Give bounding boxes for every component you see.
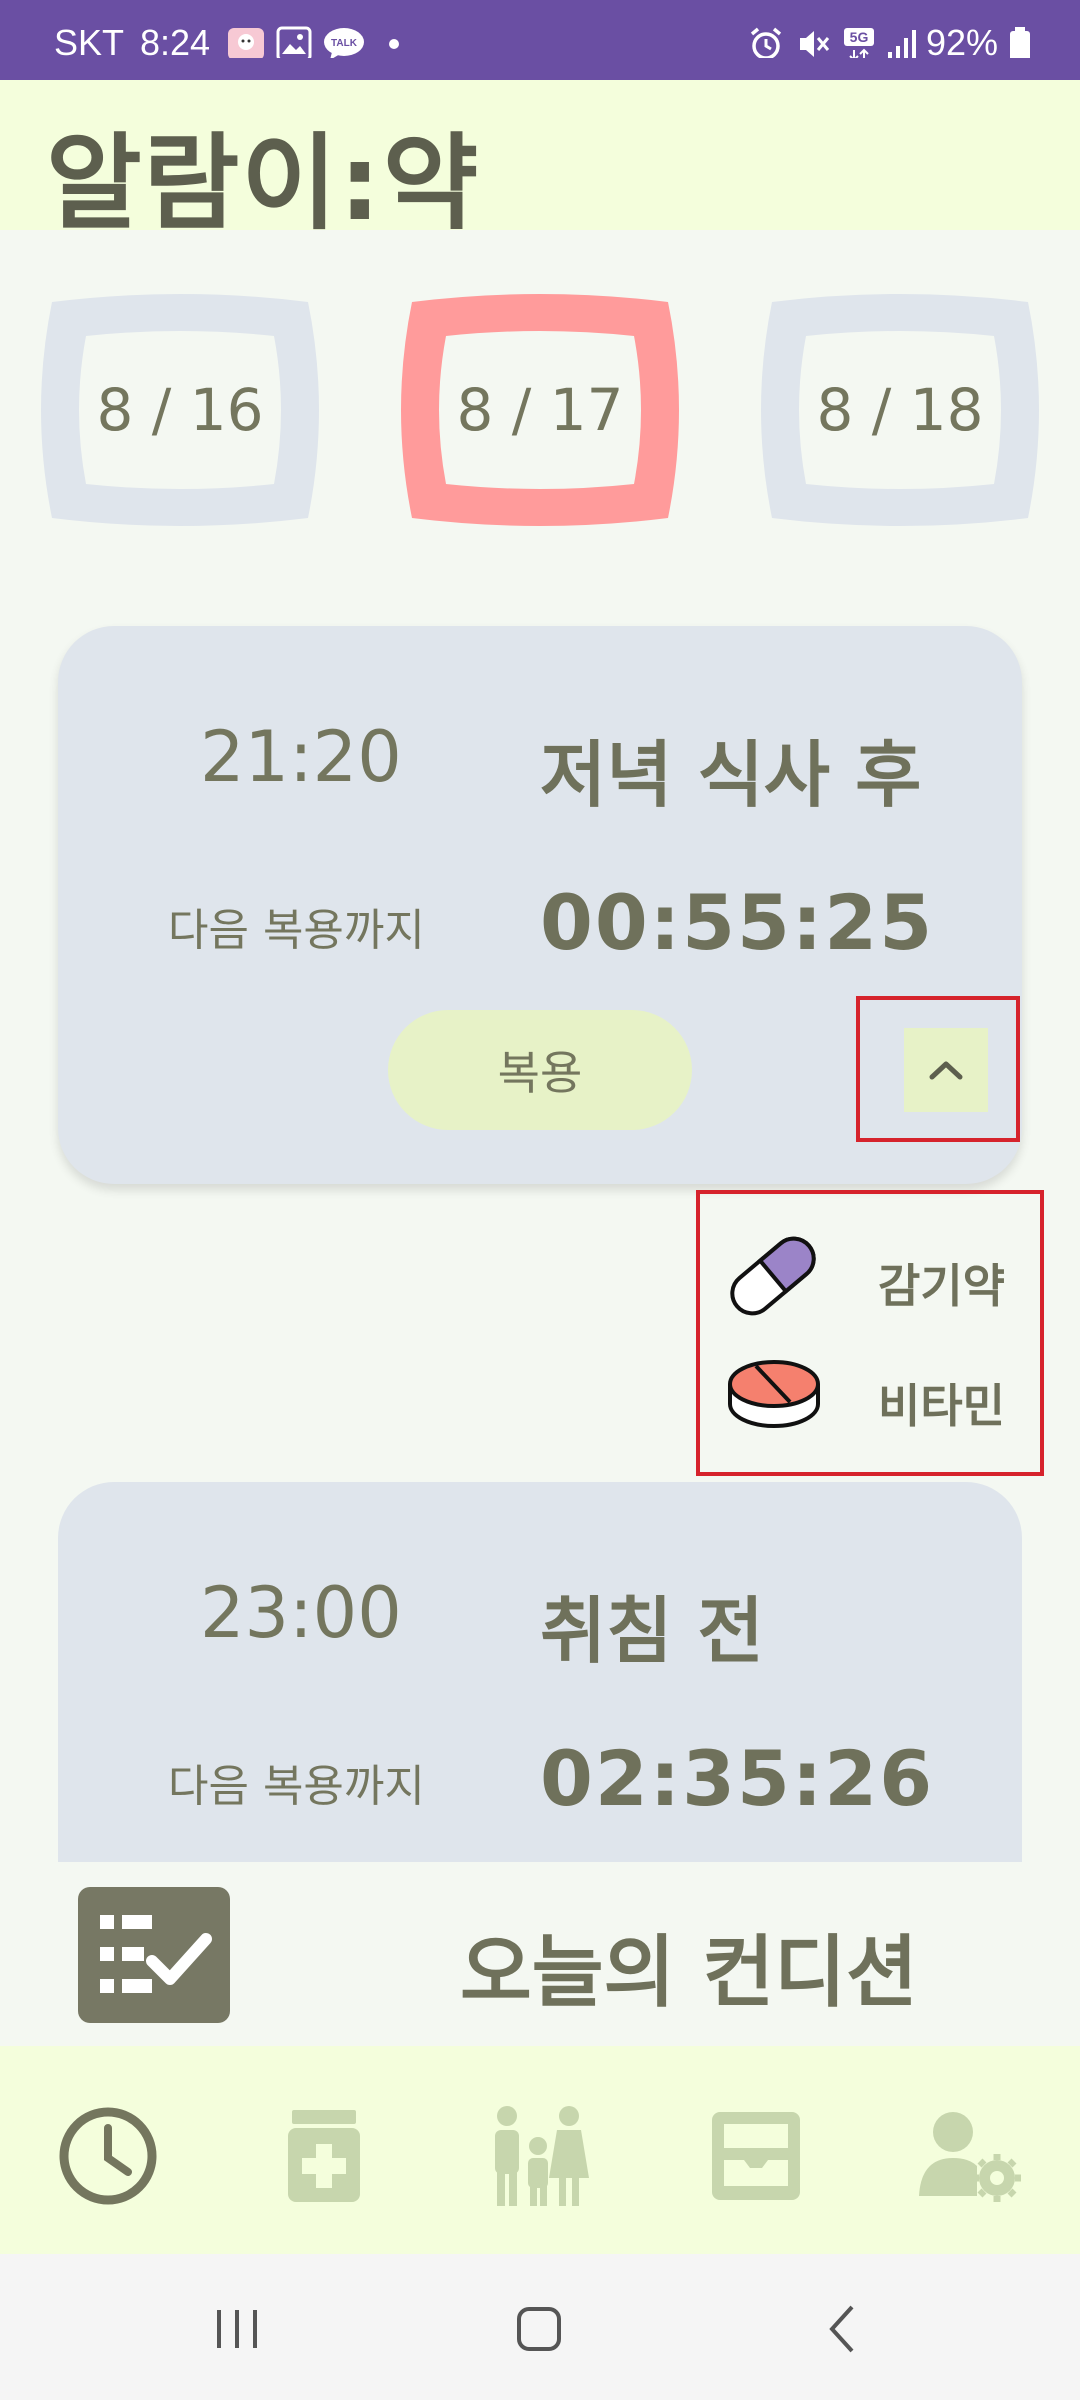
recent-apps-button[interactable]	[192, 2294, 282, 2364]
family-icon	[495, 2106, 589, 2206]
mute-icon	[800, 31, 830, 57]
sticker-notification-icon	[228, 28, 264, 58]
medicine-name: 감기약	[878, 1259, 1005, 1313]
home-button[interactable]	[494, 2294, 584, 2364]
medicine-item[interactable]: 비타민	[718, 1346, 1018, 1446]
app-header: 알람이:약	[0, 80, 1080, 244]
system-navigation-bar	[0, 2254, 1080, 2400]
alarm-time: 23:00	[200, 1572, 402, 1654]
back-icon	[829, 2305, 854, 2353]
home-icon	[517, 2307, 561, 2351]
medicine-item[interactable]: 감기약	[718, 1226, 1018, 1326]
medicine-bottle-icon	[288, 2110, 360, 2202]
take-button[interactable]: 복용	[388, 1010, 692, 1130]
signal-icon	[888, 30, 916, 58]
clock-time: 8:24	[140, 22, 211, 63]
clock-icon	[59, 2107, 157, 2205]
medicine-name: 비타민	[878, 1379, 1005, 1433]
nav-pillbox[interactable]	[696, 2096, 816, 2216]
alarm-card: 23:00 취침 전 다음 복용까지 02:35:26	[58, 1482, 1022, 1902]
next-dose-label: 다음 복용까지	[168, 905, 425, 956]
alarm-time: 21:20	[200, 716, 402, 798]
user-settings-icon	[919, 2112, 1021, 2202]
date-tab-0817[interactable]: 8 / 17	[390, 290, 690, 530]
next-dose-label: 다음 복용까지	[168, 1761, 425, 1812]
alarm-meal-timing: 저녁 식사 후	[540, 733, 922, 817]
battery-icon	[1010, 27, 1030, 58]
svg-text:TALK: TALK	[331, 38, 358, 49]
dot-icon	[389, 39, 399, 49]
gallery-notification-icon	[276, 26, 312, 58]
recent-apps-icon	[217, 2310, 257, 2348]
date-tab-0816[interactable]: 8 / 16	[30, 290, 330, 530]
app-title: 알람이:약	[46, 122, 481, 244]
condition-label: 오늘의 컨디션	[460, 1928, 918, 2018]
date-label: 8 / 18	[816, 376, 984, 444]
bottom-nav	[0, 2046, 1080, 2254]
alarm-meal-timing: 취침 전	[540, 1589, 764, 1673]
svg-text:5G: 5G	[850, 29, 869, 45]
medicine-list: 감기약 비타민	[698, 1192, 1042, 1472]
carrier-label: SKT	[54, 22, 125, 63]
next-dose-countdown: 02:35:26	[540, 1734, 935, 1823]
date-label: 8 / 17	[456, 376, 624, 444]
talk-notification-icon: TALK	[324, 28, 364, 58]
nav-settings[interactable]	[912, 2096, 1032, 2216]
date-label: 8 / 16	[96, 376, 264, 444]
condition-bar[interactable]: 오늘의 컨디션	[0, 1862, 1080, 2046]
checklist-icon	[78, 1887, 230, 2023]
nav-family[interactable]	[480, 2096, 600, 2216]
alarm-icon	[750, 27, 782, 58]
back-button[interactable]	[798, 2294, 888, 2364]
battery-percent: 92%	[926, 22, 999, 63]
capsule-icon	[730, 1236, 816, 1316]
next-dose-countdown: 00:55:25	[540, 878, 935, 967]
status-bar: SKT 8:24 TALK 5G 92%	[0, 0, 1080, 80]
pill-case-icon	[712, 2112, 800, 2200]
highlight-box	[856, 996, 1020, 1142]
nav-alarm[interactable]	[48, 2096, 168, 2216]
nav-medicine[interactable]	[264, 2096, 384, 2216]
tablet-icon	[728, 1360, 820, 1428]
date-tab-0818[interactable]: 8 / 18	[750, 290, 1050, 530]
network-5g-icon: 5G	[844, 28, 874, 58]
